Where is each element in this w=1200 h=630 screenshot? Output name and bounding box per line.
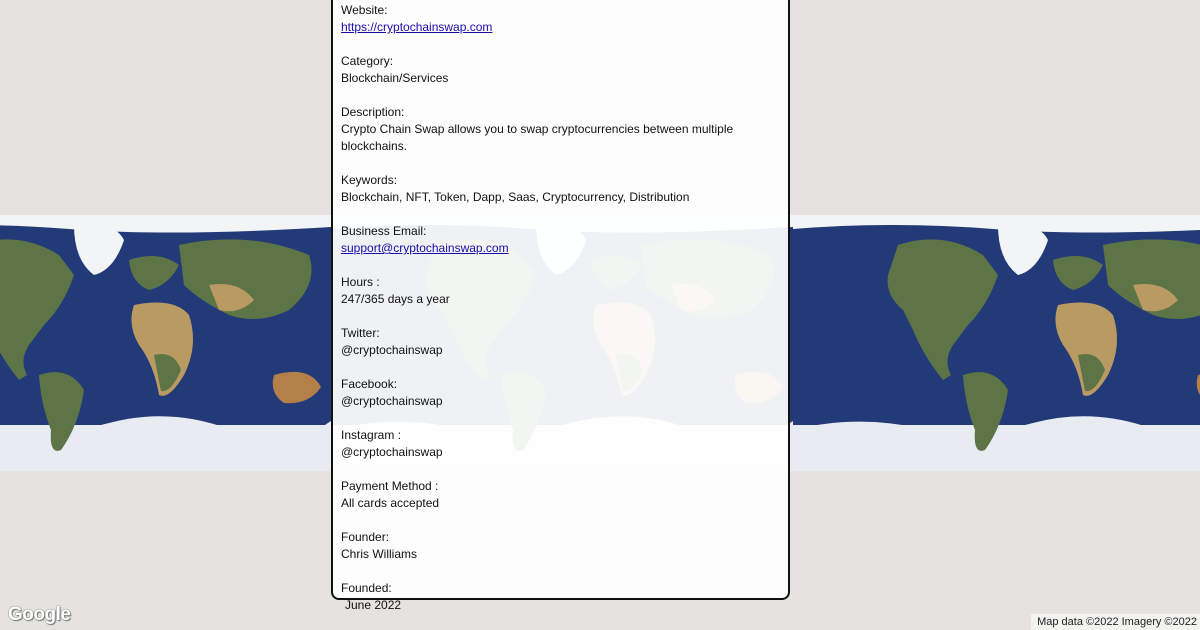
field-label: Hours : bbox=[341, 275, 380, 289]
payment-field: Payment Method : All cards accepted bbox=[341, 478, 780, 512]
hours-field: Hours : 247/365 days a year bbox=[341, 274, 780, 308]
category-field: Category: Blockchain/Services bbox=[341, 53, 780, 87]
field-value: Blockchain, NFT, Token, Dapp, Saas, Cryp… bbox=[341, 190, 690, 204]
website-link[interactable]: https://cryptochainswap.com bbox=[341, 19, 780, 36]
field-label: Keywords: bbox=[341, 173, 398, 187]
field-value: @cryptochainswap bbox=[341, 394, 443, 408]
keywords-field: Keywords: Blockchain, NFT, Token, Dapp, … bbox=[341, 172, 780, 206]
field-label: Founder: bbox=[341, 530, 390, 544]
founder-field: Founder: Chris Williams bbox=[341, 529, 780, 563]
email-link[interactable]: support@cryptochainswap.com bbox=[341, 240, 780, 257]
field-label: Founded: bbox=[341, 581, 392, 595]
field-value: @cryptochainswap bbox=[341, 445, 443, 459]
field-label: Facebook: bbox=[341, 377, 398, 391]
field-value: June 2022 bbox=[345, 598, 402, 612]
field-value: 247/365 days a year bbox=[341, 292, 450, 306]
map-tile[interactable] bbox=[793, 215, 1200, 471]
field-value: Chris Williams bbox=[341, 547, 417, 561]
instagram-field: Instagram : @cryptochainswap bbox=[341, 427, 780, 461]
field-label: Instagram : bbox=[341, 428, 402, 442]
field-value: Crypto Chain Swap allows you to swap cry… bbox=[341, 122, 734, 153]
field-label: Business Email: bbox=[341, 224, 427, 238]
field-label: Category: bbox=[341, 54, 394, 68]
business-info-panel: Website: https://cryptochainswap.com Cat… bbox=[331, 0, 790, 612]
field-value: All cards accepted bbox=[341, 496, 440, 510]
field-label: Payment Method : bbox=[341, 479, 439, 493]
map-attribution[interactable]: Map data ©2022 Imagery ©2022 bbox=[1031, 614, 1200, 630]
field-label: Description: bbox=[341, 105, 405, 119]
founded-field: Founded: June 2022 bbox=[341, 580, 780, 614]
twitter-field: Twitter: @cryptochainswap bbox=[341, 325, 780, 359]
field-value: Blockchain/Services bbox=[341, 71, 449, 85]
field-label: Twitter: bbox=[341, 326, 380, 340]
description-field: Description: Crypto Chain Swap allows yo… bbox=[341, 104, 780, 155]
facebook-field: Facebook: @cryptochainswap bbox=[341, 376, 780, 410]
email-field: Business Email: support@cryptochainswap.… bbox=[341, 223, 780, 257]
map-tile[interactable] bbox=[0, 215, 331, 471]
field-label: Website: bbox=[341, 3, 388, 17]
google-logo[interactable]: Google bbox=[8, 604, 71, 626]
field-value: @cryptochainswap bbox=[341, 343, 443, 357]
website-field: Website: https://cryptochainswap.com bbox=[341, 2, 780, 36]
